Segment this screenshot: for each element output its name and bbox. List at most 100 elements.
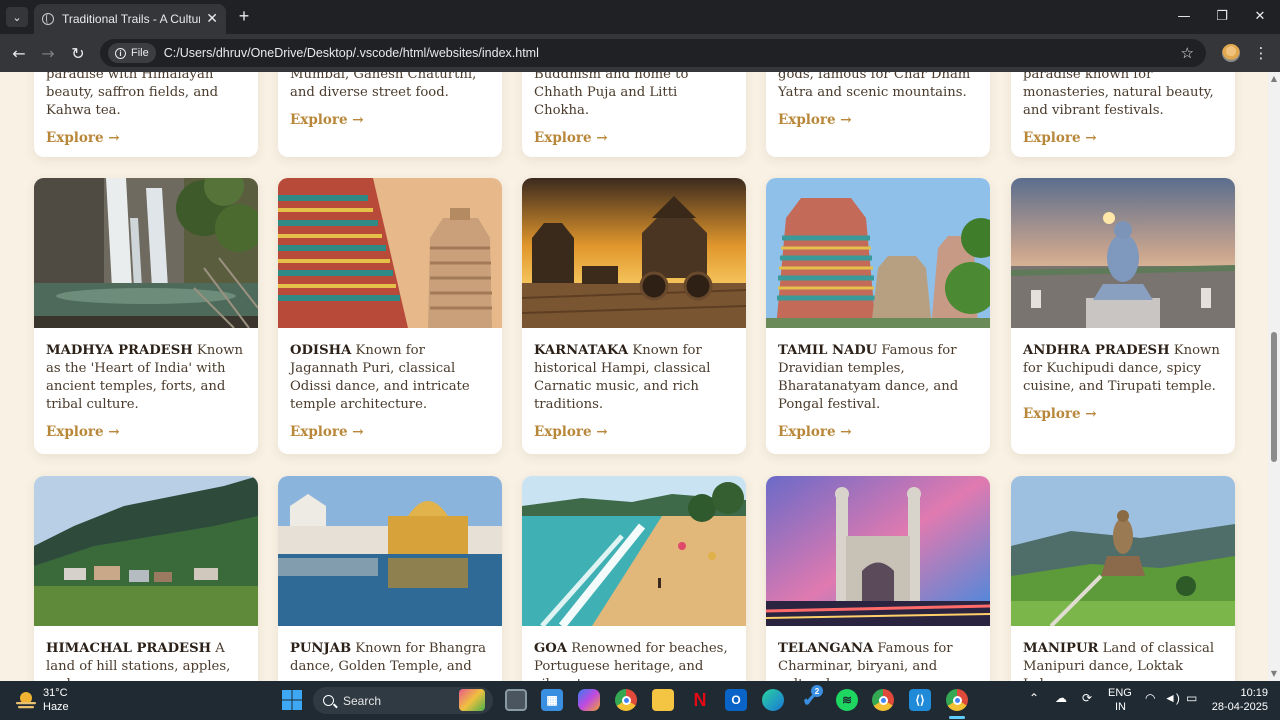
card-body: KARNATAKA Known for historical Hampi, cl… [522, 328, 746, 454]
scroll-down-arrow-icon[interactable]: ▼ [1270, 669, 1278, 679]
card-state-name: ANDHRA PRADESH [1023, 343, 1170, 358]
chrome-icon[interactable] [615, 689, 637, 711]
tab-search-dropdown-icon[interactable]: ⌄ [6, 7, 28, 27]
sync-icon[interactable]: ⟳ [1082, 691, 1092, 705]
widgets-icon[interactable] [459, 689, 485, 711]
onedrive-icon[interactable]: ☁ [1055, 691, 1067, 705]
state-card[interactable]: MANIPUR Land of classical Manipuri dance… [1011, 476, 1235, 681]
explore-link[interactable]: Explore → [290, 423, 364, 441]
search-icon [323, 695, 334, 706]
explore-link[interactable]: Explore → [1023, 405, 1097, 423]
state-card[interactable]: JAMMU & KASHMIR A paradise with Himalaya… [34, 72, 258, 157]
language-top[interactable]: ENG [1108, 687, 1132, 699]
card-text: TELANGANA Famous for Charminar, biryani,… [778, 640, 978, 681]
spotify-icon[interactable]: ≋ [836, 689, 858, 711]
state-card[interactable]: TAMIL NADU Famous for Dravidian temples,… [766, 178, 990, 454]
clock-time[interactable]: 10:19 [1228, 687, 1268, 699]
explore-link[interactable]: Explore → [778, 111, 852, 129]
address-bar[interactable]: i File C:/Users/dhruv/OneDrive/Desktop/.… [100, 39, 1206, 67]
card-body: ODISHA Known for Jagannath Puri, classic… [278, 328, 502, 454]
card-text: SIKKIM A Himalayan paradise known for mo… [1023, 72, 1223, 120]
card-body: TELANGANA Famous for Charminar, biryani,… [766, 626, 990, 681]
state-card[interactable]: ODISHA Known for Jagannath Puri, classic… [278, 178, 502, 454]
card-text: MANIPUR Land of classical Manipuri dance… [1023, 640, 1223, 681]
bookmark-star-icon[interactable]: ☆ [1181, 44, 1194, 62]
microsoft-store-icon[interactable]: ▦ [541, 689, 563, 711]
copilot-icon[interactable] [578, 689, 600, 711]
url-text[interactable]: C:/Users/dhruv/OneDrive/Desktop/.vscode/… [164, 46, 539, 60]
explore-link[interactable]: Explore → [534, 129, 608, 147]
card-body: MANIPUR Land of classical Manipuri dance… [1011, 626, 1235, 681]
card-text: TAMIL NADU Famous for Dravidian temples,… [778, 342, 978, 414]
state-card[interactable]: PUNJAB Known for Bhangra dance, Golden T… [278, 476, 502, 681]
profile-avatar[interactable] [1222, 44, 1240, 62]
card-state-name: TELANGANA [778, 641, 874, 656]
card-body: GOA Renowned for beaches, Portuguese her… [522, 626, 746, 681]
explore-link[interactable]: Explore → [46, 129, 120, 147]
state-card[interactable]: HIMACHAL PRADESH A land of hill stations… [34, 476, 258, 681]
explore-link[interactable]: Explore → [778, 423, 852, 441]
card-text: MAHARASHTRA City of Mumbai, Ganesh Chatu… [290, 72, 490, 102]
page-scrollbar[interactable]: ▲ ▼ [1268, 72, 1280, 681]
start-icon[interactable] [281, 689, 303, 711]
close-window-button[interactable]: ✕ [1248, 6, 1272, 26]
chrome-icon[interactable] [872, 689, 894, 711]
state-card[interactable]: BIHAR Birthplace of Buddhism and home to… [522, 72, 746, 157]
file-explorer-icon[interactable] [652, 689, 674, 711]
new-tab-button[interactable]: + [234, 6, 254, 26]
explore-link[interactable]: Explore → [290, 111, 364, 129]
language-bottom[interactable]: IN [1115, 701, 1126, 713]
card-text: JAMMU & KASHMIR A paradise with Himalaya… [46, 72, 246, 120]
battery-icon[interactable]: ▭ [1186, 691, 1197, 705]
wifi-icon[interactable]: ◠ [1145, 691, 1155, 705]
netflix-icon[interactable]: N [689, 689, 711, 711]
explore-link[interactable]: Explore → [534, 423, 608, 441]
reload-icon[interactable]: ↻ [67, 42, 89, 64]
card-state-name: HIMACHAL PRADESH [46, 641, 212, 656]
scrollbar-thumb[interactable] [1271, 332, 1277, 462]
explore-link[interactable]: Explore → [46, 423, 120, 441]
state-card[interactable]: SIKKIM A Himalayan paradise known for mo… [1011, 72, 1235, 157]
state-card[interactable]: MADHYA PRADESH Known as the 'Heart of In… [34, 178, 258, 454]
card-text: UTTARAKHAND Land of gods, famous for Cha… [778, 72, 978, 102]
vscode-icon[interactable]: ⟨⟩ [909, 689, 931, 711]
show-hidden-icons-icon[interactable]: ⌃ [1029, 691, 1039, 705]
minimize-button[interactable]: — [1172, 6, 1196, 26]
stone-chariot-image [522, 178, 746, 328]
back-arrow-icon[interactable]: ← [8, 42, 30, 64]
state-card[interactable]: TELANGANA Famous for Charminar, biryani,… [766, 476, 990, 681]
card-body: BIHAR Birthplace of Buddhism and home to… [522, 72, 746, 157]
chrome-icon[interactable] [946, 689, 968, 711]
forward-arrow-icon[interactable]: → [37, 42, 59, 64]
state-card[interactable]: UTTARAKHAND Land of gods, famous for Cha… [766, 72, 990, 157]
browser-menu-icon[interactable]: ⋮ [1254, 42, 1269, 64]
haze-weather-icon[interactable] [14, 689, 38, 711]
card-description: City of Mumbai, Ganesh Chaturthi, and di… [290, 72, 477, 100]
card-body: UTTARAKHAND Land of gods, famous for Cha… [766, 72, 990, 146]
state-card[interactable]: GOA Renowned for beaches, Portuguese her… [522, 476, 746, 681]
tab-close-icon[interactable]: ✕ [206, 11, 218, 27]
state-card[interactable]: MAHARASHTRA City of Mumbai, Ganesh Chatu… [278, 72, 502, 157]
beach-image [522, 476, 746, 626]
weather-condition: Haze [43, 701, 69, 713]
state-card[interactable]: KARNATAKA Known for historical Hampi, cl… [522, 178, 746, 454]
card-state-name: TAMIL NADU [778, 343, 878, 358]
maximize-button[interactable]: ❐ [1210, 6, 1234, 26]
scroll-up-arrow-icon[interactable]: ▲ [1270, 74, 1278, 84]
card-state-name: PUNJAB [290, 641, 352, 656]
outlook-icon[interactable]: O [725, 689, 747, 711]
card-text: PUNJAB Known for Bhangra dance, Golden T… [290, 640, 490, 676]
card-state-name: ODISHA [290, 343, 352, 358]
state-card[interactable]: ANDHRA PRADESH Known for Kuchipudi dance… [1011, 178, 1235, 454]
search-label: Search [343, 693, 382, 708]
site-info-chip[interactable]: i File [108, 43, 156, 63]
card-text: KARNATAKA Known for historical Hampi, cl… [534, 342, 734, 414]
edge-icon[interactable] [762, 689, 784, 711]
clock-date[interactable]: 28-04-2025 [1208, 701, 1268, 713]
volume-icon[interactable]: ◄) [1164, 691, 1180, 705]
task-view-icon[interactable] [505, 689, 527, 711]
active-tab[interactable]: Traditional Trails - A Cultural Journey … [34, 4, 226, 34]
card-state-name: KARNATAKA [534, 343, 629, 358]
card-state-name: GOA [534, 641, 567, 656]
explore-link[interactable]: Explore → [1023, 129, 1097, 147]
